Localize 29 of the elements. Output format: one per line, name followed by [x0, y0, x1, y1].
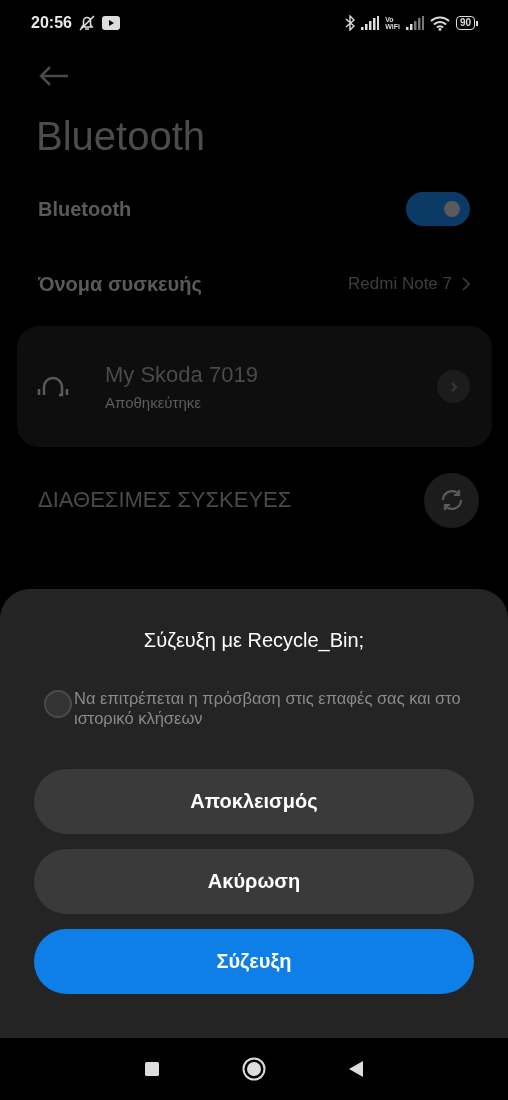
bluetooth-icon [345, 15, 356, 31]
chevron-right-icon[interactable] [462, 277, 470, 291]
play-icon [101, 16, 120, 30]
device-status: Αποθηκεύτηκε [105, 394, 202, 411]
checkbox-label: Να επιτρέπεται η πρόσβαση στις επαφές σας και στο ιστορικό κλήσεων [74, 688, 462, 728]
dialog-button[interactable]: Σύζευξη [34, 929, 474, 994]
setting-label: Bluetooth [38, 197, 132, 221]
dialog-button[interactable]: Αποκλεισμός [34, 769, 474, 834]
setting-label: Όνομα συσκευής [38, 272, 202, 296]
signal-icon [361, 16, 380, 30]
section-header: ΔΙΑΘΕΣΙΜΕΣ ΣΥΣΚΕΥΕΣ [38, 487, 292, 513]
back-arrow-icon[interactable] [38, 64, 70, 88]
home-icon[interactable] [242, 1057, 266, 1081]
dialog-title: Σύζευξη με Recycle_Bin; [143, 629, 365, 652]
signal-icon [405, 16, 424, 30]
bell-off-icon [77, 14, 96, 32]
headset-icon [37, 374, 69, 399]
battery-indicator: 90 [455, 16, 478, 30]
wifi-icon [429, 15, 450, 31]
dialog-button[interactable]: Ακύρωση [34, 849, 474, 914]
page-title: Bluetooth [36, 114, 207, 159]
chevron-right-icon [449, 380, 458, 393]
device-name: My Skoda 7019 [105, 362, 259, 388]
device-name-value: Redmi Note 7 [348, 274, 452, 294]
bluetooth-toggle[interactable] [406, 192, 470, 226]
status-time: 20:56 [31, 14, 72, 32]
back-icon[interactable] [348, 1060, 364, 1078]
recents-icon[interactable] [144, 1061, 160, 1077]
checkbox[interactable] [44, 690, 72, 718]
